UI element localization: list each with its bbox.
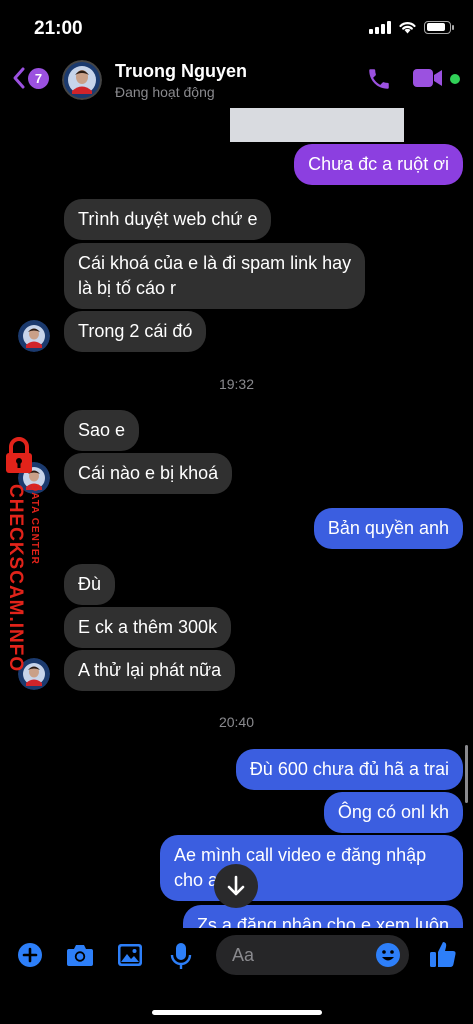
message-bubble-incoming[interactable]: Sao e xyxy=(64,410,140,451)
contact-name[interactable]: Truong Nguyen xyxy=(115,61,247,82)
back-chevron-icon xyxy=(13,67,25,89)
message-bubble-outgoing[interactable]: Bản quyền anh xyxy=(313,508,463,549)
scroll-to-bottom-button[interactable] xyxy=(214,864,258,908)
message-bubble-incoming[interactable]: Trình duyệt web chứ e xyxy=(64,199,272,240)
image-icon[interactable] xyxy=(117,942,143,968)
message-list[interactable]: Chưa đc a ruột ơi Trình duyệt web chứ e … xyxy=(0,108,473,928)
online-indicator xyxy=(450,74,460,84)
watermark: CHECKSCAM.INFO DATA CENTER xyxy=(0,432,60,672)
status-bar: 21:00 xyxy=(0,0,473,56)
phone-icon[interactable] xyxy=(366,66,392,92)
back-button[interactable]: 7 xyxy=(12,66,49,90)
lock-icon xyxy=(6,437,32,473)
message-bubble-outgoing[interactable]: Ông có onl kh xyxy=(323,792,463,833)
status-time: 21:00 xyxy=(34,18,83,39)
status-icons xyxy=(369,20,454,34)
composer-bar: Aa xyxy=(0,928,473,988)
scrollbar[interactable] xyxy=(465,745,468,803)
conversation-header: 7 Truong Nguyen Đang hoạt động xyxy=(0,56,473,108)
timestamp: 20:40 xyxy=(218,714,255,730)
battery-icon xyxy=(424,20,454,34)
shared-image-preview[interactable] xyxy=(230,108,404,142)
message-bubble-incoming[interactable]: Trong 2 cái đó xyxy=(64,311,207,352)
arrow-down-icon xyxy=(227,875,245,896)
watermark-main-text: CHECKSCAM.INFO xyxy=(5,484,26,673)
message-bubble-incoming[interactable]: A thử lại phát nữa xyxy=(64,650,236,691)
message-input[interactable]: Aa xyxy=(216,935,409,975)
cellular-signal-icon xyxy=(369,20,391,34)
timestamp: 19:32 xyxy=(218,376,255,392)
message-bubble-outgoing[interactable]: Đù 600 chưa đủ hã a trai xyxy=(235,749,463,790)
message-bubble-incoming[interactable]: Đù xyxy=(64,564,116,605)
video-camera-icon[interactable] xyxy=(412,67,444,89)
contact-avatar-small xyxy=(18,320,50,352)
message-bubble-incoming[interactable]: Cái nào e bị khoá xyxy=(64,453,233,494)
thumbs-up-icon[interactable] xyxy=(428,939,458,969)
message-bubble-incoming[interactable]: Cái khoá của e là đi spam link hay là bị… xyxy=(64,243,366,309)
message-input-placeholder: Aa xyxy=(232,945,255,965)
message-bubble-outgoing[interactable]: Ae mình call video e đăng nhập cho anh xyxy=(160,835,463,901)
message-line: Ae mình call video e đăng nhập xyxy=(174,845,427,865)
camera-icon[interactable] xyxy=(66,942,94,968)
microphone-icon[interactable] xyxy=(170,942,192,970)
watermark-sub-text: DATA CENTER xyxy=(29,484,40,565)
wifi-icon xyxy=(399,22,416,34)
message-bubble-incoming[interactable]: E ck a thêm 300k xyxy=(64,607,232,648)
message-bubble-outgoing[interactable]: Zs a đăng nhập cho e xem luôn xyxy=(182,905,463,928)
message-line: Cái khoá của e là đi spam link hay xyxy=(78,253,352,273)
emoji-icon[interactable] xyxy=(375,942,401,968)
home-indicator xyxy=(152,1010,322,1015)
contact-status: Đang hoạt động xyxy=(115,84,215,100)
message-line: là bị tố cáo r xyxy=(78,278,177,298)
plus-icon[interactable] xyxy=(17,942,43,968)
contact-avatar[interactable] xyxy=(62,60,102,100)
unread-badge: 7 xyxy=(28,67,49,89)
message-bubble-outgoing[interactable]: Chưa đc a ruột ơi xyxy=(294,144,463,185)
